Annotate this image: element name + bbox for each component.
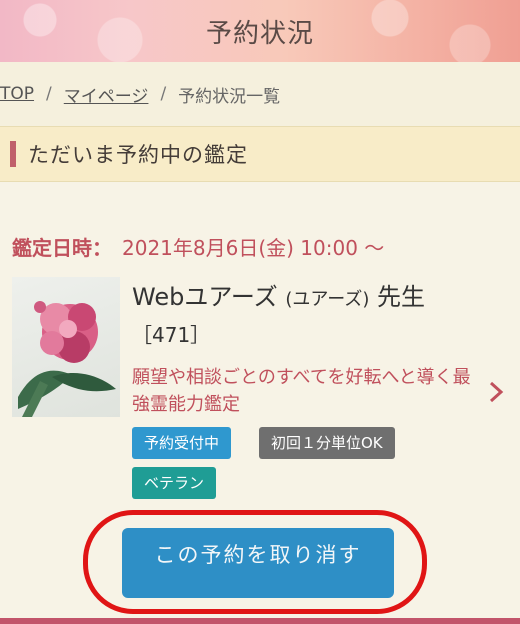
- teller-description: 願望や相談ごとのすべてを好転へと導く最強霊能力鑑定: [132, 367, 471, 415]
- reservation-datetime: 鑑定日時： 2021年8月6日(金) 10:00 〜: [12, 232, 384, 261]
- status-badge-reservation-open: 予約受付中: [132, 427, 232, 459]
- badge-first-minute: 初回１分単位OK: [259, 427, 395, 459]
- cancel-reservation-button[interactable]: この予約を取り消す: [122, 528, 394, 598]
- breadcrumb-top-link[interactable]: TOP: [0, 84, 34, 104]
- breadcrumb: TOP / マイページ / 予約状況一覧: [0, 64, 520, 124]
- teller-name[interactable]: Webユアーズ (ユアーズ) 先生 ［471］: [132, 280, 467, 352]
- breadcrumb-separator: /: [160, 84, 167, 104]
- page-title: 予約状況: [205, 18, 314, 49]
- chevron-right-icon[interactable]: [484, 378, 508, 406]
- teller-name-text: Webユアーズ: [132, 283, 278, 311]
- page-header: 予約状況: [0, 0, 520, 62]
- breadcrumb-mypage-link[interactable]: マイページ: [64, 82, 149, 107]
- datetime-label: 鑑定日時：: [12, 236, 112, 260]
- section-title: ただいま予約中の鑑定: [28, 143, 248, 167]
- teller-name-reading: (ユアーズ): [285, 289, 370, 310]
- section-marker: [10, 141, 16, 167]
- breadcrumb-separator: /: [46, 84, 52, 104]
- reservation-card[interactable]: 鑑定日時： 2021年8月6日(金) 10:00 〜 Webユアーズ (ユアーズ)…: [0, 182, 520, 624]
- section-header: ただいま予約中の鑑定: [0, 126, 520, 182]
- teller-id: ［471］: [132, 323, 211, 347]
- bottom-divider: [0, 618, 520, 624]
- datetime-value: 2021年8月6日(金) 10:00 〜: [122, 236, 385, 260]
- badge-veteran: ベテラン: [132, 467, 217, 499]
- breadcrumb-current: 予約状況一覧: [178, 86, 281, 107]
- cancel-button-label: この予約を取り消す: [154, 543, 362, 567]
- teller-photo[interactable]: [12, 277, 120, 417]
- teller-honorific: 先生: [377, 283, 426, 311]
